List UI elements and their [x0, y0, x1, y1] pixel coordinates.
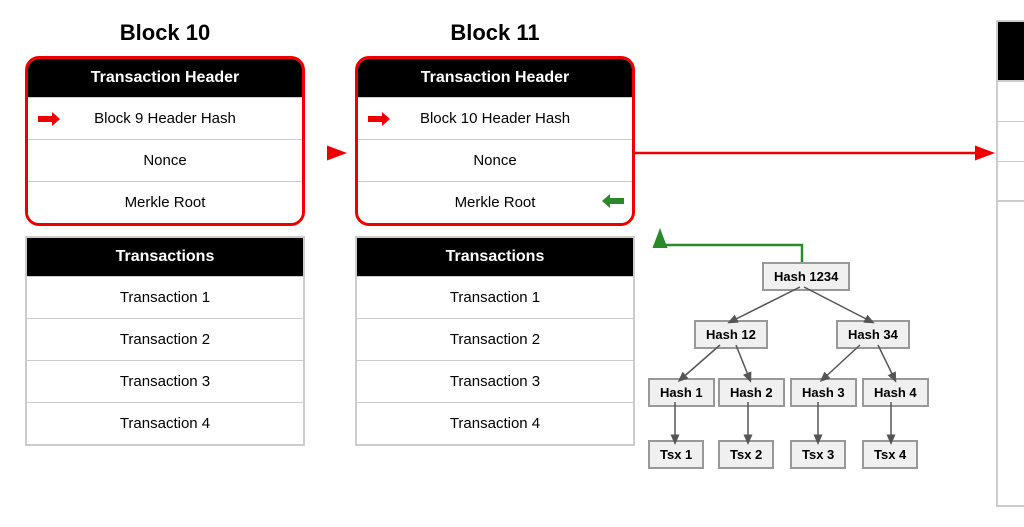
prev-hash-arrow-icon	[38, 111, 60, 127]
block-11-header-label: Transaction Header	[358, 59, 632, 97]
block-11-tx1: Transaction 1	[357, 276, 633, 318]
block-10-tx3: Transaction 3	[27, 360, 303, 402]
block-10-merkle: Merkle Root	[125, 194, 206, 211]
block-10-transactions-box: Transactions Transaction 1 Transaction 2…	[25, 236, 305, 446]
block-10-merkle-row: Merkle Root	[28, 181, 302, 223]
block-11-column: Block 11 Transaction Header Block 10 Hea…	[340, 20, 650, 446]
block-10-tx4: Transaction 4	[27, 402, 303, 444]
block-11-header-box: Transaction Header Block 10 Header Hash …	[355, 56, 635, 226]
block-11-merkle-row: Merkle Root	[358, 181, 632, 223]
block-10-header-box: Transaction Header Block 9 Header Hash N…	[25, 56, 305, 226]
block-10-nonce: Nonce	[143, 152, 186, 169]
block-10-prev-hash-row: Block 9 Header Hash	[28, 97, 302, 139]
block-10-tx2: Transaction 2	[27, 318, 303, 360]
block-11-prev-hash-row: Block 10 Header Hash	[358, 97, 632, 139]
block-11-tx4: Transaction 4	[357, 402, 633, 444]
block-10-transactions-label: Transactions	[27, 238, 303, 276]
block-11-tx2: Transaction 2	[357, 318, 633, 360]
block-10-prev-hash: Block 9 Header Hash	[94, 110, 236, 127]
block-11-prev-hash: Block 10 Header Hash	[420, 110, 570, 127]
block-10-nonce-row: Nonce	[28, 139, 302, 181]
block-10-header-label: Transaction Header	[28, 59, 302, 97]
block-10-tx1: Transaction 1	[27, 276, 303, 318]
block-11-title: Block 11	[340, 20, 650, 46]
block-11-nonce: Nonce	[473, 152, 516, 169]
main-container: Block 10 Transaction Header Block 9 Head…	[0, 0, 1024, 527]
block-11-prev-hash-arrow-icon	[368, 111, 390, 127]
block-11-transactions-box: Transactions Transaction 1 Transaction 2…	[355, 236, 635, 446]
block-10-title: Block 10	[10, 20, 320, 46]
block-10-column: Block 10 Transaction Header Block 9 Head…	[10, 20, 320, 446]
block-11-nonce-row: Nonce	[358, 139, 632, 181]
block-11-transactions-label: Transactions	[357, 238, 633, 276]
merkle-green-arrow-icon	[602, 193, 624, 213]
block-11-tx3: Transaction 3	[357, 360, 633, 402]
block-11-merkle: Merkle Root	[455, 194, 536, 211]
